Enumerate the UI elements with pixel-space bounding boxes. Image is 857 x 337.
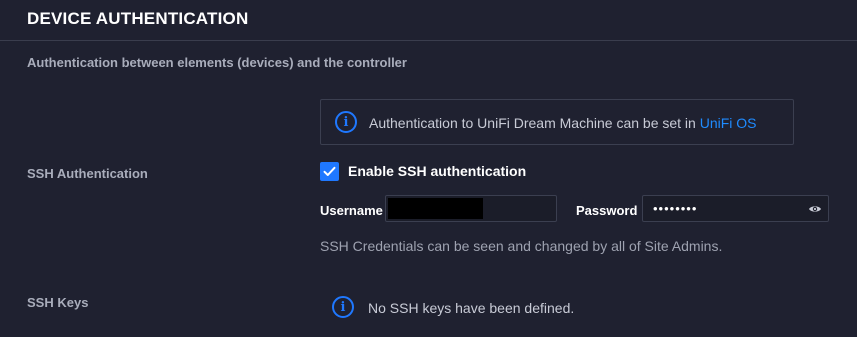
- unifi-os-notice: i Authentication to UniFi Dream Machine …: [320, 99, 794, 145]
- redacted-username: [388, 198, 483, 219]
- password-field[interactable]: ••••••••: [642, 195, 829, 222]
- eye-icon[interactable]: [808, 202, 822, 216]
- section-title: DEVICE AUTHENTICATION: [27, 9, 249, 28]
- no-ssh-keys-text: No SSH keys have been defined.: [368, 300, 575, 316]
- notice-text: Authentication to UniFi Dream Machine ca…: [369, 115, 696, 131]
- device-authentication-page: DEVICE AUTHENTICATION Authentication bet…: [0, 0, 857, 337]
- section-subtitle: Authentication between elements (devices…: [27, 55, 407, 70]
- enable-ssh-checkbox[interactable]: [320, 162, 339, 181]
- info-icon: i: [332, 296, 354, 318]
- password-value: ••••••••: [653, 201, 698, 216]
- section-divider: [0, 40, 857, 41]
- ssh-credentials-help: SSH Credentials can be seen and changed …: [320, 238, 723, 254]
- unifi-os-link[interactable]: UniFi OS: [700, 115, 757, 131]
- ssh-authentication-label: SSH Authentication: [27, 166, 148, 181]
- password-label: Password: [576, 203, 638, 218]
- ssh-keys-label: SSH Keys: [27, 295, 89, 310]
- info-icon: i: [335, 111, 357, 133]
- checkmark-icon: [323, 166, 336, 176]
- enable-ssh-label[interactable]: Enable SSH authentication: [348, 163, 526, 179]
- username-label: Username: [320, 203, 383, 218]
- username-field[interactable]: [385, 195, 557, 222]
- notice-text-line: Authentication to UniFi Dream Machine ca…: [369, 115, 757, 131]
